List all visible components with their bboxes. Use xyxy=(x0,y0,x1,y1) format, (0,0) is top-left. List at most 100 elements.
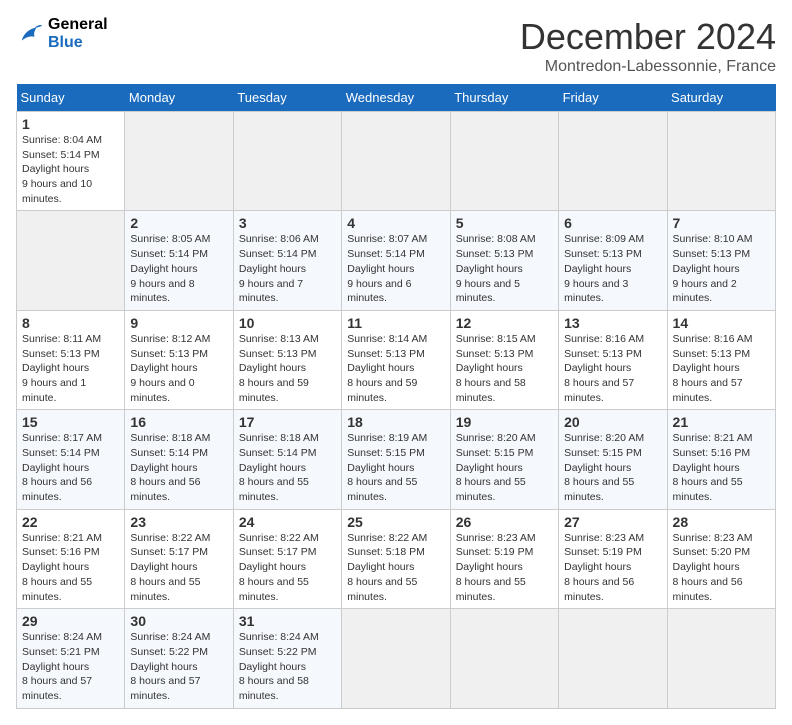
calendar-table: Sunday Monday Tuesday Wednesday Thursday… xyxy=(16,84,776,709)
table-cell: 28Sunrise: 8:23 AMSunset: 5:20 PMDayligh… xyxy=(667,509,775,608)
table-cell: 25Sunrise: 8:22 AMSunset: 5:18 PMDayligh… xyxy=(342,509,450,608)
day-number: 18 xyxy=(347,414,444,430)
cell-details: Sunrise: 8:21 AMSunset: 5:16 PMDaylight … xyxy=(673,431,770,504)
table-cell xyxy=(342,112,450,211)
cell-details: Sunrise: 8:20 AMSunset: 5:15 PMDaylight … xyxy=(564,431,661,504)
day-number: 11 xyxy=(347,315,444,331)
cell-details: Sunrise: 8:17 AMSunset: 5:14 PMDaylight … xyxy=(22,431,119,504)
table-cell: 16Sunrise: 8:18 AMSunset: 5:14 PMDayligh… xyxy=(125,410,233,509)
col-wednesday: Wednesday xyxy=(342,84,450,112)
cell-details: Sunrise: 8:24 AMSunset: 5:22 PMDaylight … xyxy=(130,630,227,703)
day-number: 16 xyxy=(130,414,227,430)
table-cell: 8Sunrise: 8:11 AMSunset: 5:13 PMDaylight… xyxy=(17,310,125,409)
day-number: 1 xyxy=(22,116,119,132)
day-number: 13 xyxy=(564,315,661,331)
day-number: 26 xyxy=(456,514,553,530)
day-number: 5 xyxy=(456,215,553,231)
cell-details: Sunrise: 8:15 AMSunset: 5:13 PMDaylight … xyxy=(456,332,553,405)
column-headers: Sunday Monday Tuesday Wednesday Thursday… xyxy=(17,84,776,112)
day-number: 27 xyxy=(564,514,661,530)
cell-details: Sunrise: 8:21 AMSunset: 5:16 PMDaylight … xyxy=(22,531,119,604)
table-cell: 20Sunrise: 8:20 AMSunset: 5:15 PMDayligh… xyxy=(559,410,667,509)
day-number: 29 xyxy=(22,613,119,629)
cell-details: Sunrise: 8:13 AMSunset: 5:13 PMDaylight … xyxy=(239,332,336,405)
table-cell: 23Sunrise: 8:22 AMSunset: 5:17 PMDayligh… xyxy=(125,509,233,608)
day-number: 17 xyxy=(239,414,336,430)
table-cell: 2Sunrise: 8:05 AMSunset: 5:14 PMDaylight… xyxy=(125,211,233,310)
table-cell: 31Sunrise: 8:24 AMSunset: 5:22 PMDayligh… xyxy=(233,609,341,708)
table-cell: 27Sunrise: 8:23 AMSunset: 5:19 PMDayligh… xyxy=(559,509,667,608)
table-cell: 9Sunrise: 8:12 AMSunset: 5:13 PMDaylight… xyxy=(125,310,233,409)
table-cell xyxy=(559,112,667,211)
table-cell: 14Sunrise: 8:16 AMSunset: 5:13 PMDayligh… xyxy=(667,310,775,409)
day-number: 8 xyxy=(22,315,119,331)
calendar-row: 8Sunrise: 8:11 AMSunset: 5:13 PMDaylight… xyxy=(17,310,776,409)
cell-details: Sunrise: 8:16 AMSunset: 5:13 PMDaylight … xyxy=(673,332,770,405)
table-cell: 18Sunrise: 8:19 AMSunset: 5:15 PMDayligh… xyxy=(342,410,450,509)
table-cell: 5Sunrise: 8:08 AMSunset: 5:13 PMDaylight… xyxy=(450,211,558,310)
day-number: 23 xyxy=(130,514,227,530)
cell-details: Sunrise: 8:22 AMSunset: 5:17 PMDaylight … xyxy=(130,531,227,604)
cell-details: Sunrise: 8:11 AMSunset: 5:13 PMDaylight … xyxy=(22,332,119,405)
table-cell: 22Sunrise: 8:21 AMSunset: 5:16 PMDayligh… xyxy=(17,509,125,608)
cell-details: Sunrise: 8:08 AMSunset: 5:13 PMDaylight … xyxy=(456,232,553,305)
table-cell: 30Sunrise: 8:24 AMSunset: 5:22 PMDayligh… xyxy=(125,609,233,708)
table-cell xyxy=(233,112,341,211)
title-block: December 2024 Montredon-Labessonnie, Fra… xyxy=(520,16,776,76)
cell-details: Sunrise: 8:18 AMSunset: 5:14 PMDaylight … xyxy=(130,431,227,504)
cell-details: Sunrise: 8:18 AMSunset: 5:14 PMDaylight … xyxy=(239,431,336,504)
table-cell xyxy=(17,211,125,310)
table-cell: 19Sunrise: 8:20 AMSunset: 5:15 PMDayligh… xyxy=(450,410,558,509)
table-cell xyxy=(450,112,558,211)
day-number: 19 xyxy=(456,414,553,430)
calendar-row: 15Sunrise: 8:17 AMSunset: 5:14 PMDayligh… xyxy=(17,410,776,509)
page-header: General Blue December 2024 Montredon-Lab… xyxy=(16,16,776,76)
location: Montredon-Labessonnie, France xyxy=(520,58,776,76)
table-cell xyxy=(667,112,775,211)
logo: General Blue xyxy=(16,16,108,51)
table-cell: 1Sunrise: 8:04 AMSunset: 5:14 PMDaylight… xyxy=(17,112,125,211)
cell-details: Sunrise: 8:14 AMSunset: 5:13 PMDaylight … xyxy=(347,332,444,405)
col-sunday: Sunday xyxy=(17,84,125,112)
table-cell xyxy=(450,609,558,708)
cell-details: Sunrise: 8:07 AMSunset: 5:14 PMDaylight … xyxy=(347,232,444,305)
table-cell: 7Sunrise: 8:10 AMSunset: 5:13 PMDaylight… xyxy=(667,211,775,310)
day-number: 6 xyxy=(564,215,661,231)
table-cell: 6Sunrise: 8:09 AMSunset: 5:13 PMDaylight… xyxy=(559,211,667,310)
cell-details: Sunrise: 8:24 AMSunset: 5:22 PMDaylight … xyxy=(239,630,336,703)
day-number: 7 xyxy=(673,215,770,231)
day-number: 12 xyxy=(456,315,553,331)
day-number: 4 xyxy=(347,215,444,231)
col-friday: Friday xyxy=(559,84,667,112)
col-thursday: Thursday xyxy=(450,84,558,112)
cell-details: Sunrise: 8:05 AMSunset: 5:14 PMDaylight … xyxy=(130,232,227,305)
calendar-row: 1Sunrise: 8:04 AMSunset: 5:14 PMDaylight… xyxy=(17,112,776,211)
month-title: December 2024 xyxy=(520,16,776,58)
day-number: 31 xyxy=(239,613,336,629)
table-cell: 13Sunrise: 8:16 AMSunset: 5:13 PMDayligh… xyxy=(559,310,667,409)
calendar-row: 22Sunrise: 8:21 AMSunset: 5:16 PMDayligh… xyxy=(17,509,776,608)
day-number: 30 xyxy=(130,613,227,629)
day-number: 3 xyxy=(239,215,336,231)
day-number: 9 xyxy=(130,315,227,331)
col-monday: Monday xyxy=(125,84,233,112)
table-cell xyxy=(667,609,775,708)
day-number: 20 xyxy=(564,414,661,430)
cell-details: Sunrise: 8:23 AMSunset: 5:19 PMDaylight … xyxy=(564,531,661,604)
cell-details: Sunrise: 8:20 AMSunset: 5:15 PMDaylight … xyxy=(456,431,553,504)
day-number: 22 xyxy=(22,514,119,530)
cell-details: Sunrise: 8:16 AMSunset: 5:13 PMDaylight … xyxy=(564,332,661,405)
calendar-row: 29Sunrise: 8:24 AMSunset: 5:21 PMDayligh… xyxy=(17,609,776,708)
col-tuesday: Tuesday xyxy=(233,84,341,112)
cell-details: Sunrise: 8:04 AMSunset: 5:14 PMDaylight … xyxy=(22,133,119,206)
table-cell xyxy=(559,609,667,708)
cell-details: Sunrise: 8:12 AMSunset: 5:13 PMDaylight … xyxy=(130,332,227,405)
table-cell: 10Sunrise: 8:13 AMSunset: 5:13 PMDayligh… xyxy=(233,310,341,409)
table-cell xyxy=(342,609,450,708)
cell-details: Sunrise: 8:06 AMSunset: 5:14 PMDaylight … xyxy=(239,232,336,305)
day-number: 2 xyxy=(130,215,227,231)
day-number: 24 xyxy=(239,514,336,530)
cell-details: Sunrise: 8:24 AMSunset: 5:21 PMDaylight … xyxy=(22,630,119,703)
cell-details: Sunrise: 8:09 AMSunset: 5:13 PMDaylight … xyxy=(564,232,661,305)
table-cell: 11Sunrise: 8:14 AMSunset: 5:13 PMDayligh… xyxy=(342,310,450,409)
